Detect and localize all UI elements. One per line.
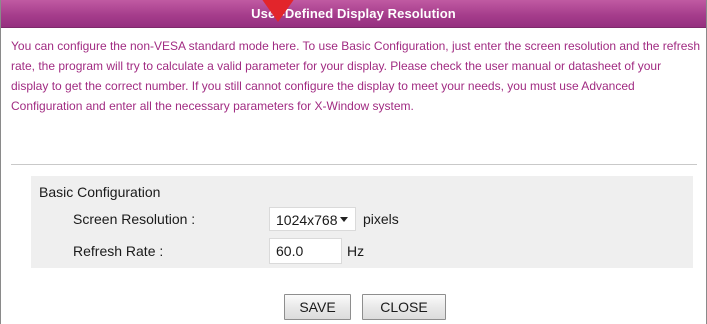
screen-resolution-value: 1024x768	[276, 212, 338, 228]
refresh-rate-unit-label: Hz	[347, 243, 365, 259]
basic-configuration-panel: Basic Configuration Screen Resolution : …	[31, 176, 693, 268]
save-button[interactable]: SAVE	[284, 294, 351, 320]
resolution-unit-label: pixels	[363, 211, 399, 227]
dialog-title: User-Defined Display Resolution	[251, 6, 456, 21]
basic-configuration-heading: Basic Configuration	[39, 184, 161, 200]
section-divider	[11, 164, 697, 165]
screen-resolution-select[interactable]: 1024x768	[269, 207, 356, 231]
dialog-description: You can configure the non-VESA standard …	[11, 39, 701, 113]
refresh-rate-label: Refresh Rate :	[73, 243, 164, 259]
screen-resolution-label: Screen Resolution :	[73, 211, 196, 227]
refresh-rate-input[interactable]: 60.0	[269, 238, 342, 264]
close-button[interactable]: CLOSE	[362, 294, 446, 320]
dialog-title-bar: User-Defined Display Resolution	[1, 0, 706, 28]
display-resolution-dialog: User-Defined Display Resolution You can …	[0, 0, 707, 324]
down-arrow-pointer-icon	[261, 0, 295, 22]
chevron-down-icon[interactable]	[340, 217, 348, 222]
